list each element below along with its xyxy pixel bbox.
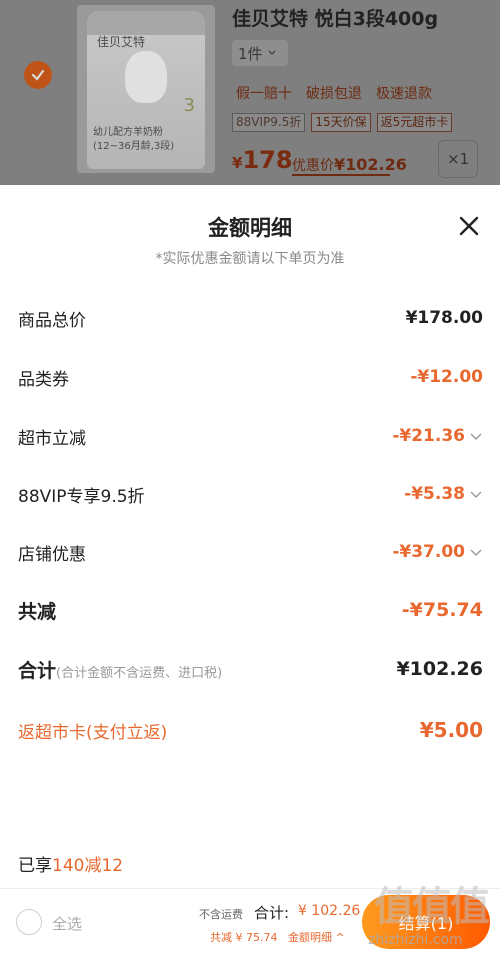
can-desc-line1: 幼儿配方羊奶粉 — [93, 127, 163, 138]
row-label: 合计 — [18, 659, 57, 682]
item-checkbox[interactable] — [24, 61, 52, 89]
shipping-note: 不含运费 — [199, 908, 243, 921]
row-value: -¥12.00 — [410, 367, 483, 387]
product-card: 佳贝艾特 3 幼儿配方羊奶粉 (12~36月龄,3段) 佳贝艾特 悦白3段400… — [0, 0, 500, 185]
row-value: -¥75.74 — [401, 599, 483, 621]
row-value: -¥5.38 — [404, 484, 465, 504]
check-icon — [31, 69, 45, 81]
service-tag: 极速退款 — [376, 86, 432, 102]
price-protect-badge: 15天价保 — [311, 113, 371, 132]
row-category-coupon: 品类券 -¥12.00 — [18, 362, 483, 392]
row-value-wrap: -¥5.38 — [404, 484, 483, 504]
select-all-radio[interactable] — [16, 909, 42, 935]
row-label: 返超市卡(支付立返) — [18, 722, 168, 743]
deal-label: 优惠价 — [292, 158, 334, 174]
amount-detail-sheet: 金额明细 *实际优惠金额请以下单页为准 商品总价 ¥178.00 品类券 -¥1… — [0, 185, 500, 957]
lamb-mascot-icon — [125, 51, 167, 103]
row-label: 共减 — [18, 600, 57, 623]
product-image[interactable]: 佳贝艾特 3 幼儿配方羊奶粉 (12~36月龄,3段) — [77, 5, 215, 173]
row-value: ¥178.00 — [405, 308, 483, 328]
row-label-wrap: 合计(合计金额不含运费、进口税) — [18, 656, 222, 683]
row-value-wrap: -¥37.00 — [392, 542, 483, 562]
row-value: ¥102.26 — [396, 658, 483, 680]
row-supermarket-discount[interactable]: 超市立减 -¥21.36 — [18, 421, 483, 451]
sku-qty-label: 1件 — [238, 44, 263, 63]
cashback-badge: 返5元超市卡 — [376, 113, 453, 132]
deal-price[interactable]: 优惠价¥102.26 — [292, 155, 407, 175]
row-cashback: 返超市卡(支付立返) ¥5.00 — [18, 715, 483, 745]
saved-amount: 共减 ¥ 75.74 — [210, 931, 278, 944]
row-value: -¥21.36 — [392, 426, 465, 446]
chevron-down-icon[interactable] — [469, 487, 483, 501]
row-note: (合计金额不含运费、进口税) — [56, 665, 223, 681]
price-currency: ¥ — [232, 154, 243, 172]
row-label: 商品总价 — [18, 310, 86, 331]
service-tag: 假一赔十 — [236, 86, 292, 102]
chevron-down-icon[interactable] — [469, 545, 483, 559]
price-value: 178 — [242, 146, 293, 174]
service-tag: 破损包退 — [306, 86, 362, 102]
row-value: -¥37.00 — [392, 542, 465, 562]
product-price: ¥178 — [232, 146, 293, 174]
row-label: 超市立减 — [18, 428, 86, 449]
vip-badge: 88VIP9.5折 — [232, 113, 306, 132]
sku-selector[interactable]: 1件 — [232, 40, 288, 66]
product-title[interactable]: 佳贝艾特 悦白3段400g — [232, 4, 438, 31]
formula-can-illustration: 佳贝艾特 3 幼儿配方羊奶粉 (12~36月龄,3段) — [87, 11, 205, 169]
deal-underline — [292, 174, 390, 176]
row-store-discount[interactable]: 店铺优惠 -¥37.00 — [18, 537, 483, 567]
total-value: ¥ 102.26 — [298, 903, 361, 919]
enjoyed-prefix: 已享 — [18, 856, 52, 876]
can-stage-number: 3 — [183, 95, 195, 116]
select-all-label[interactable]: 全选 — [52, 913, 82, 934]
watermark-logo: 值值值 — [374, 884, 490, 930]
sheet-subtitle: *实际优惠金额请以下单页为准 — [155, 251, 345, 267]
row-label: 品类券 — [18, 369, 69, 390]
sheet-title: 金额明细 — [208, 216, 292, 240]
service-tags: 假一赔十 破损包退 极速退款 — [236, 83, 432, 103]
promo-badges: 88VIP9.5折 15天价保 返5元超市卡 — [232, 113, 453, 132]
row-vip-discount[interactable]: 88VIP专享9.5折 -¥5.38 — [18, 479, 483, 509]
row-total-price: 商品总价 ¥178.00 — [18, 303, 483, 333]
total-label: 合计: — [254, 904, 290, 922]
row-label: 店铺优惠 — [18, 544, 86, 565]
row-total-reduction: 共减 -¥75.74 — [18, 595, 483, 625]
enjoyed-promo: 已享140减12 — [18, 851, 123, 876]
close-icon[interactable] — [456, 213, 482, 239]
deal-price-value: ¥102.26 — [334, 155, 407, 174]
chevron-down-icon — [268, 50, 276, 55]
quantity-count[interactable]: ×1 — [438, 140, 478, 178]
row-value: ¥5.00 — [419, 718, 483, 742]
row-label: 88VIP专享9.5折 — [18, 486, 145, 507]
row-value-wrap: -¥21.36 — [392, 426, 483, 446]
chevron-down-icon[interactable] — [469, 429, 483, 443]
enjoyed-value: 140减12 — [52, 856, 124, 876]
can-brand-text: 佳贝艾特 — [97, 35, 146, 49]
amount-detail-toggle[interactable]: 金额明细 ^ — [288, 929, 345, 945]
watermark-url: zhizhizhi.com — [368, 932, 463, 948]
can-desc-line2: (12~36月龄,3段) — [93, 141, 175, 152]
row-grand-total: 合计(合计金额不含运费、进口税) ¥102.26 — [18, 654, 483, 684]
